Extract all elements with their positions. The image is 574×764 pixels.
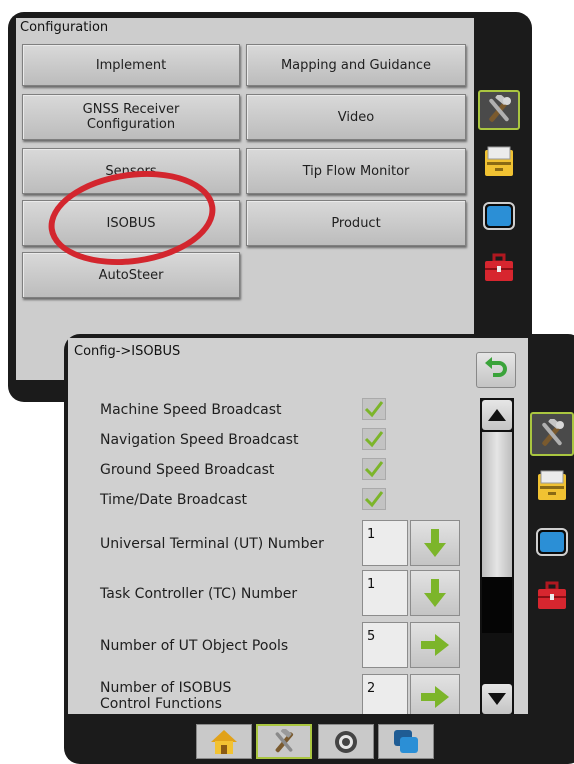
toolbox-icon[interactable] <box>478 248 520 288</box>
layers-tab[interactable] <box>378 724 434 759</box>
sensors-button[interactable]: Sensors <box>22 148 240 194</box>
screen-icon[interactable] <box>532 522 572 562</box>
checkmark-icon <box>364 401 384 418</box>
right-arrow-icon <box>421 686 449 708</box>
isobus-control-functions-label: Number of ISOBUS Control Functions <box>100 680 232 712</box>
down-triangle-icon <box>488 693 506 705</box>
tools-icon <box>275 728 294 752</box>
target-tab[interactable] <box>318 724 374 759</box>
mapping-and-guidance-button[interactable]: Mapping and Guidance <box>246 44 466 86</box>
configuration-title: Configuration <box>20 20 109 35</box>
home-icon <box>211 729 237 754</box>
checkmark-icon <box>364 491 384 508</box>
ut-number-field[interactable]: 1 <box>362 520 408 566</box>
up-triangle-icon <box>488 409 506 421</box>
ut-object-pools-field[interactable]: 5 <box>362 622 408 668</box>
screen-icon[interactable] <box>478 196 520 236</box>
ground-speed-broadcast-checkbox[interactable] <box>362 458 386 480</box>
tc-number-label: Task Controller (TC) Number <box>100 586 298 602</box>
autosteer-button[interactable]: AutoSteer <box>22 252 240 298</box>
video-button[interactable]: Video <box>246 94 466 140</box>
down-arrow-icon <box>424 529 446 557</box>
tools-tab[interactable] <box>256 724 312 759</box>
target-icon <box>335 730 357 753</box>
tc-number-down-button[interactable] <box>410 570 460 616</box>
right-arrow-icon <box>421 634 449 656</box>
product-button[interactable]: Product <box>246 200 466 246</box>
layers-icon <box>394 729 418 753</box>
time-date-broadcast-checkbox[interactable] <box>362 488 386 510</box>
ut-number-down-button[interactable] <box>410 520 460 566</box>
machine-speed-broadcast-label: Machine Speed Broadcast <box>100 402 282 418</box>
home-tab[interactable] <box>196 724 252 759</box>
ut-object-pools-label: Number of UT Object Pools <box>100 638 289 654</box>
toolbox-icon[interactable] <box>532 576 572 616</box>
scrollbar-thumb[interactable] <box>482 576 512 633</box>
tip-flow-monitor-button[interactable]: Tip Flow Monitor <box>246 148 466 194</box>
isobus-title: Config->ISOBUS <box>74 344 181 359</box>
navigation-speed-broadcast-label: Navigation Speed Broadcast <box>100 432 299 448</box>
tc-number-field[interactable]: 1 <box>362 570 408 616</box>
isobus-button[interactable]: ISOBUS <box>22 200 240 246</box>
console-icon[interactable] <box>532 466 572 506</box>
checkmark-icon <box>364 431 384 448</box>
ground-speed-broadcast-label: Ground Speed Broadcast <box>100 462 275 478</box>
tools-icon[interactable] <box>478 90 520 130</box>
tools-icon[interactable] <box>530 412 574 456</box>
scroll-up-button[interactable] <box>482 400 512 430</box>
machine-speed-broadcast-checkbox[interactable] <box>362 398 386 420</box>
down-arrow-icon <box>424 579 446 607</box>
time-date-broadcast-label: Time/Date Broadcast <box>100 492 248 508</box>
navigation-speed-broadcast-checkbox[interactable] <box>362 428 386 450</box>
checkmark-icon <box>364 461 384 478</box>
scroll-down-button[interactable] <box>482 684 512 714</box>
back-arrow-icon <box>484 357 508 383</box>
back-button[interactable] <box>476 352 516 388</box>
implement-button[interactable]: Implement <box>22 44 240 86</box>
ut-number-label: Universal Terminal (UT) Number <box>100 536 324 552</box>
gnss-receiver-configuration-button[interactable]: GNSS Receiver Configuration <box>22 94 240 140</box>
console-icon[interactable] <box>478 142 520 182</box>
ut-object-pools-button[interactable] <box>410 622 460 668</box>
